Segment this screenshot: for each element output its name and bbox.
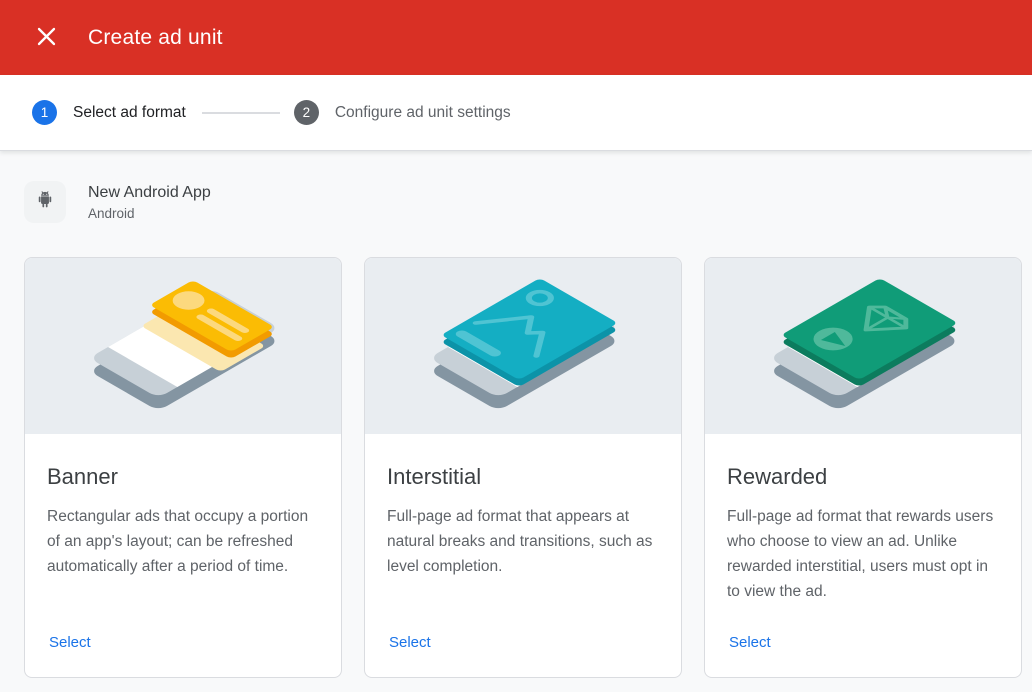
card-title-banner: Banner bbox=[47, 464, 317, 490]
ad-format-cards: Banner Rectangular ads that occupy a por… bbox=[24, 257, 1023, 678]
step-select-ad-format[interactable]: 1 Select ad format bbox=[32, 100, 186, 125]
select-rewarded-button[interactable]: Select bbox=[727, 630, 773, 655]
step-1-circle: 1 bbox=[32, 100, 57, 125]
app-platform: Android bbox=[88, 204, 211, 223]
banner-ad-illustration bbox=[25, 258, 341, 434]
step-configure-ad-unit-settings[interactable]: 2 Configure ad unit settings bbox=[294, 100, 511, 125]
app-avatar bbox=[24, 181, 66, 223]
select-interstitial-button[interactable]: Select bbox=[387, 630, 433, 655]
close-button[interactable] bbox=[26, 18, 66, 58]
page-title: Create ad unit bbox=[88, 26, 223, 50]
card-rewarded[interactable]: Rewarded Full-page ad format that reward… bbox=[704, 257, 1022, 678]
close-icon bbox=[37, 27, 56, 49]
app-name: New Android App bbox=[88, 182, 211, 204]
step-connector-line bbox=[202, 112, 280, 114]
card-interstitial[interactable]: Interstitial Full-page ad format that ap… bbox=[364, 257, 682, 678]
app-bar: Create ad unit bbox=[0, 0, 1032, 75]
step-1-label: Select ad format bbox=[73, 104, 186, 122]
app-info-row: New Android App Android bbox=[24, 181, 1032, 223]
android-icon bbox=[34, 189, 56, 216]
card-banner[interactable]: Banner Rectangular ads that occupy a por… bbox=[24, 257, 342, 678]
card-description-banner: Rectangular ads that occupy a portion of… bbox=[47, 504, 317, 579]
step-2-circle: 2 bbox=[294, 100, 319, 125]
stepper: 1 Select ad format 2 Configure ad unit s… bbox=[0, 75, 1032, 151]
select-banner-button[interactable]: Select bbox=[47, 630, 93, 655]
card-description-interstitial: Full-page ad format that appears at natu… bbox=[387, 504, 657, 579]
rewarded-ad-illustration bbox=[705, 258, 1021, 434]
card-title-interstitial: Interstitial bbox=[387, 464, 657, 490]
card-description-rewarded: Full-page ad format that rewards users w… bbox=[727, 504, 997, 604]
card-title-rewarded: Rewarded bbox=[727, 464, 997, 490]
interstitial-ad-illustration bbox=[365, 258, 681, 434]
step-2-label: Configure ad unit settings bbox=[335, 104, 511, 122]
